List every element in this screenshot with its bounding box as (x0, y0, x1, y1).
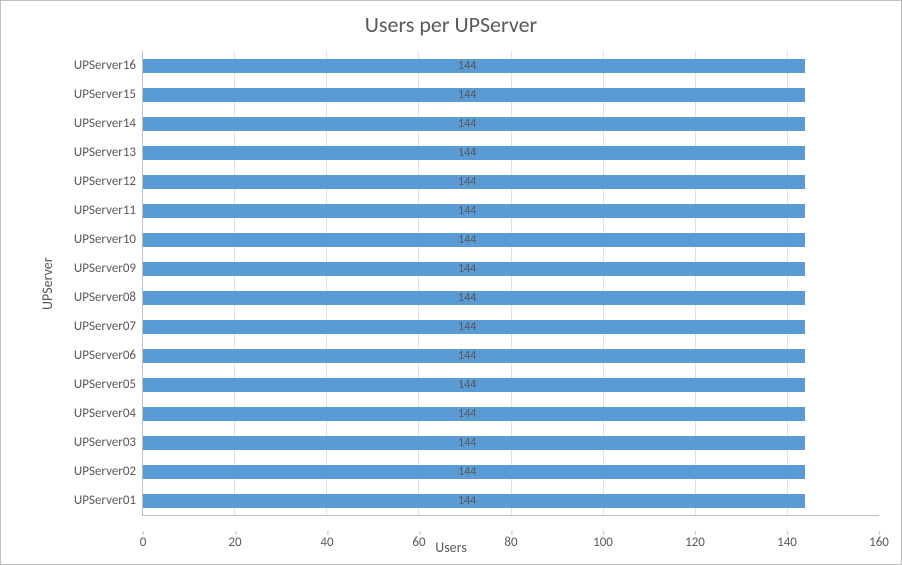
bar-row: 144 (143, 436, 879, 450)
bar-value-label: 144 (452, 204, 482, 218)
bar-value-label: 144 (452, 175, 482, 189)
y-tick-label: UPServer09 (56, 261, 136, 277)
x-axis-title: Users (1, 539, 901, 556)
bar-value-label: 144 (452, 291, 482, 305)
x-tick-mark (787, 531, 788, 535)
bar-row: 144 (143, 378, 879, 392)
bar-row: 144 (143, 494, 879, 508)
y-tick-label: UPServer05 (56, 377, 136, 393)
bar-row: 144 (143, 407, 879, 421)
bar-row: 144 (143, 320, 879, 334)
x-tick-mark (419, 531, 420, 535)
bar-value-label: 144 (452, 117, 482, 131)
bar-value-label: 144 (452, 320, 482, 334)
bar-row: 144 (143, 291, 879, 305)
bar-value-label: 144 (452, 146, 482, 160)
y-tick-label: UPServer10 (56, 232, 136, 248)
x-tick-mark (327, 531, 328, 535)
bar-row: 144 (143, 204, 879, 218)
x-tick-mark (143, 531, 144, 535)
y-tick-label: UPServer11 (56, 203, 136, 219)
plot-area: 144 144 144 144 144 144 144 144 144 144 144 144 144 1… (142, 51, 879, 516)
bar-value-label: 144 (452, 378, 482, 392)
bar-value-label: 144 (452, 262, 482, 276)
bar-value-label: 144 (452, 407, 482, 421)
x-tick-mark (695, 531, 696, 535)
bar-value-label: 144 (452, 88, 482, 102)
bar-row: 144 (143, 146, 879, 160)
y-tick-label: UPServer12 (56, 174, 136, 190)
y-tick-label: UPServer14 (56, 116, 136, 132)
bar-value-label: 144 (452, 465, 482, 479)
bar-row: 144 (143, 88, 879, 102)
y-tick-label: UPServer16 (56, 58, 136, 74)
y-tick-label: UPServer04 (56, 406, 136, 422)
chart-title: Users per UPServer (1, 1, 901, 44)
bar-row: 144 (143, 117, 879, 131)
x-tick-mark (879, 531, 880, 535)
x-tick-mark (603, 531, 604, 535)
y-tick-label: UPServer07 (56, 319, 136, 335)
bar-value-label: 144 (452, 494, 482, 508)
bar-row: 144 (143, 262, 879, 276)
bar-value-label: 144 (452, 59, 482, 73)
plot-outer: UPServer UPServer01UPServer02UPServer03U… (37, 51, 879, 516)
y-tick-label: UPServer15 (56, 87, 136, 103)
y-tick-label: UPServer02 (56, 464, 136, 480)
bar-value-label: 144 (452, 233, 482, 247)
y-tick-label: UPServer13 (56, 145, 136, 161)
bar-row: 144 (143, 465, 879, 479)
y-axis-title: UPServer (37, 51, 56, 516)
bar-row: 144 (143, 349, 879, 363)
bar-row: 144 (143, 233, 879, 247)
y-tick-label: UPServer03 (56, 435, 136, 451)
bar-row: 144 (143, 59, 879, 73)
y-tick-label: UPServer01 (56, 493, 136, 509)
bar-value-label: 144 (452, 436, 482, 450)
chart-container: Users per UPServer UPServer UPServer01UP… (0, 0, 902, 565)
bar-row: 144 (143, 175, 879, 189)
y-axis-labels: UPServer01 UPServer02 UPServer03 UPServer04… (56, 51, 142, 516)
x-tick-mark (235, 531, 236, 535)
bars: 144 144 144 144 144 144 144 144 144 144 144 144 144 1… (143, 51, 879, 515)
x-tick-mark (511, 531, 512, 535)
bar-value-label: 144 (452, 349, 482, 363)
y-tick-label: UPServer08 (56, 290, 136, 306)
y-tick-label: UPServer06 (56, 348, 136, 364)
